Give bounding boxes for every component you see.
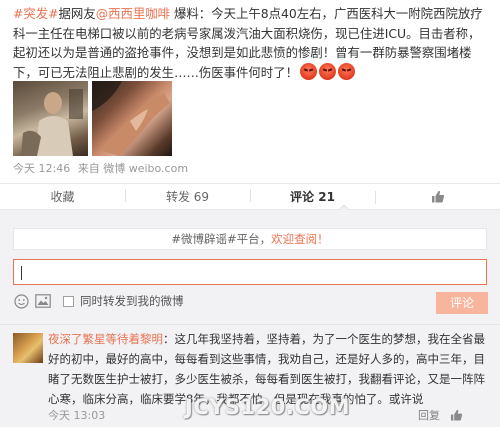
commenter-name[interactable]: 夜深了繁星等待着黎明 [48,332,163,346]
comment-input-box[interactable] [13,259,487,285]
reply-link[interactable]: 回复 [418,407,440,423]
angry-face-icon [318,62,336,80]
favorite-button[interactable]: 收藏 [0,188,125,205]
favorite-label: 收藏 [50,190,75,204]
thumbs-up-icon [431,190,444,202]
image-icon[interactable] [35,293,51,309]
submit-comment-button[interactable]: 评论 [436,292,488,314]
site-watermark: JCYS120.COM [185,395,351,419]
like-button[interactable] [375,190,500,204]
text-cursor [21,266,22,280]
comment-tools: 同时转发到我的微博 [13,292,184,310]
photo-1-drawing [21,89,83,156]
comment-input[interactable] [14,260,486,284]
post-meta: 今天 12:46 来自 微博 weibo.com [13,160,188,176]
avatar[interactable] [13,333,43,363]
rumor-link[interactable]: 欢迎查阅！ [271,232,329,246]
via-source[interactable]: 微博 weibo.com [103,162,188,175]
rumor-prefix: #微博辟谣#平台， [171,232,272,246]
comment-button[interactable]: 评论 21 [250,188,375,205]
source-prefix: 据网友 [58,6,96,21]
post-timestamp[interactable]: 今天 12:46 [13,162,70,175]
photo-2-drawing [92,81,170,156]
post-photo-1[interactable] [13,81,88,156]
comment-label: 评论 21 [290,190,335,204]
post-photo-2[interactable] [92,81,172,156]
author-link[interactable]: @西西里咖啡 [96,6,170,21]
post-action-bar: 收藏 转发 69 评论 21 [0,183,500,210]
post-photos [13,81,172,156]
angry-face-icon [337,62,355,80]
via-prefix: 来自 [77,162,100,175]
smiley-glyph [13,293,29,309]
topic-link[interactable]: #突发# [13,6,59,21]
comment-time: 今天 13:03 [48,409,106,422]
rumor-notice: #微博辟谣#平台，欢迎查阅！ [13,228,487,250]
comment-actions: 回复 [418,407,463,423]
repost-button[interactable]: 转发 69 [125,188,250,205]
forward-label: 同时转发到我的微博 [80,294,184,308]
repost-label: 转发 69 [165,190,210,204]
forward-checkbox[interactable] [63,295,74,307]
angry-face-icon [299,62,317,80]
post-text: #突发#据网友@西西里咖啡 爆料：今天上午8点40左右，广西医科大一附院西院放疗… [13,4,491,82]
emoji-icon[interactable] [13,293,29,309]
thumbs-up-icon[interactable] [450,409,463,421]
picture-glyph [35,294,51,308]
